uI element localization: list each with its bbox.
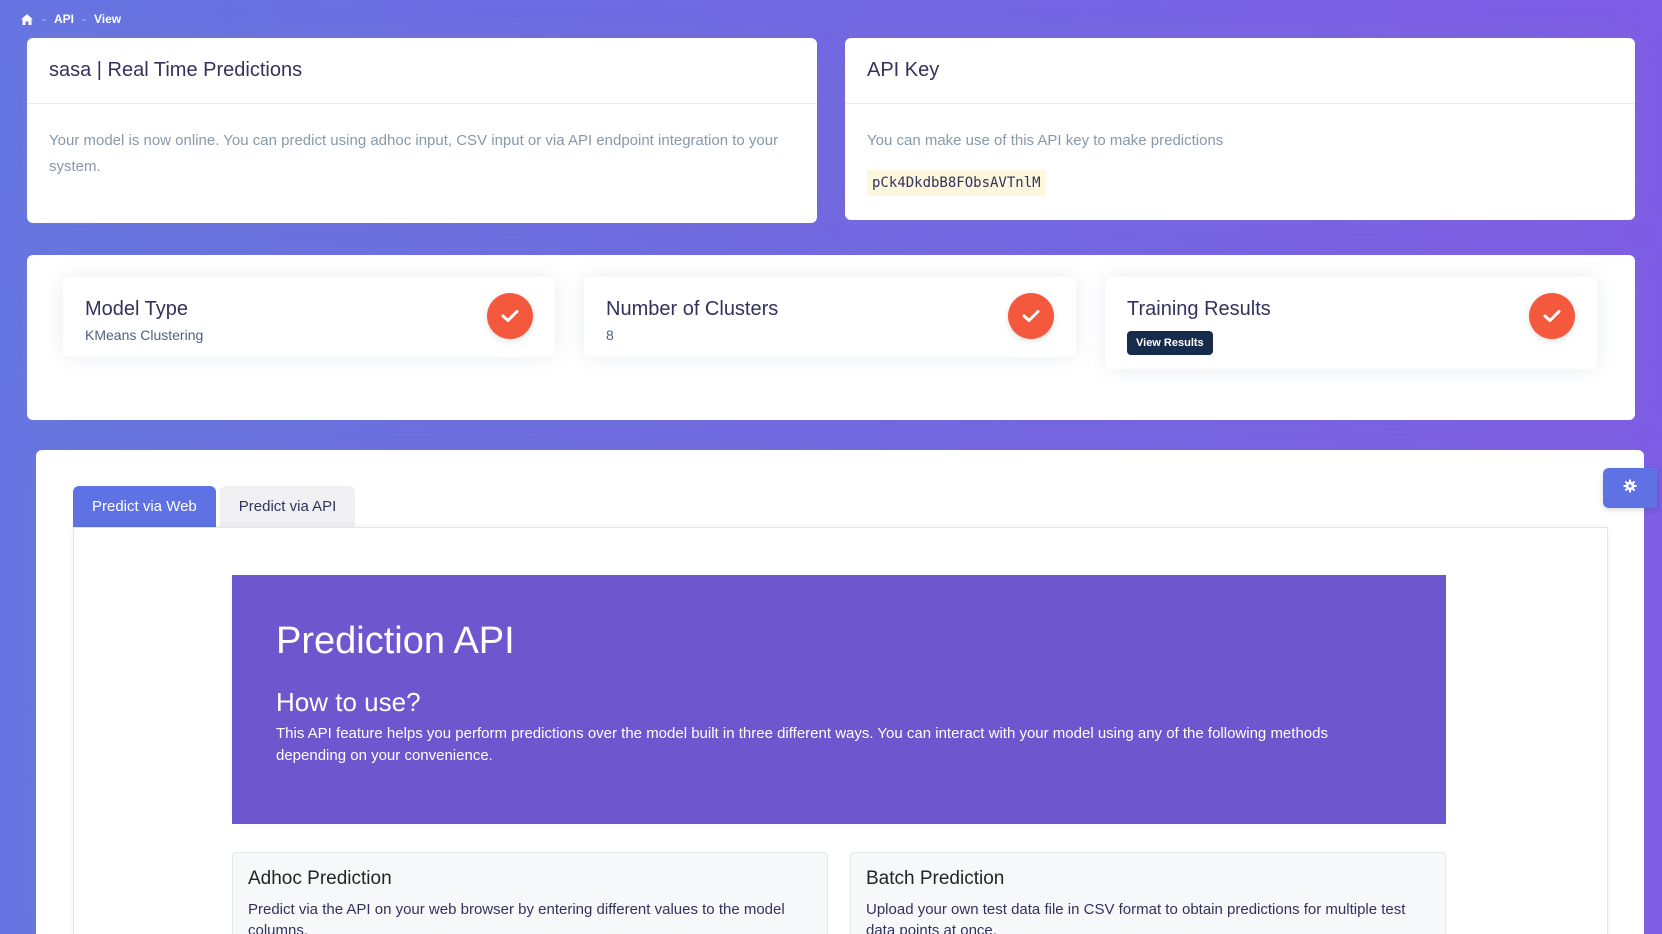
breadcrumb-separator: - [42,12,46,26]
stat-training-results: Training Results View Results [1105,277,1597,369]
view-results-button[interactable]: View Results [1127,331,1213,355]
stat-clusters: Number of Clusters 8 [584,277,1076,357]
feature-batch-text: Upload your own test data file in CSV fo… [866,901,1406,934]
model-card-title: sasa | Real Time Predictions [27,38,817,104]
breadcrumb: - API - View [20,12,121,26]
api-key-card: API Key You can make use of this API key… [845,38,1635,220]
model-info-card: sasa | Real Time Predictions Your model … [27,38,817,223]
breadcrumb-separator: - [82,12,87,26]
stat-clusters-title: Number of Clusters [606,298,779,320]
feature-batch-prediction: Batch Prediction Upload your own test da… [850,852,1446,934]
feature-adhoc-text: Predict via the API on your web browser … [248,901,785,934]
tab-predict-web[interactable]: Predict via Web [73,486,216,527]
stat-training-title: Training Results [1127,298,1271,320]
api-key-description: You can make use of this API key to make… [867,132,1224,149]
check-icon [487,293,533,339]
feature-batch-title: Batch Prediction [866,868,1005,889]
breadcrumb-item-api[interactable]: API [54,12,74,26]
model-card-description: Your model is now online. You can predic… [49,132,779,175]
stat-model-type-title: Model Type [85,298,189,320]
api-key-value[interactable]: pCk4DkdbB8FObsAVTnlM [867,170,1046,196]
tab-predict-api[interactable]: Predict via API [219,486,356,527]
gear-icon [1623,479,1637,498]
jumbotron-text: This API feature helps you perform predi… [276,725,1328,764]
model-stats-card: Model Type KMeans Clustering Number of C… [27,255,1635,420]
breadcrumb-item-view: View [94,12,122,26]
jumbotron-title: Prediction API [276,620,515,662]
home-icon[interactable] [20,13,34,26]
prediction-tabs: Predict via Web Predict via API [73,486,356,527]
prediction-api-jumbotron: Prediction API How to use? This API feat… [232,575,1446,824]
check-icon [1529,293,1575,339]
api-key-card-title: API Key [845,38,1635,104]
jumbotron-subtitle: How to use? [276,687,421,717]
feature-adhoc-prediction: Adhoc Prediction Predict via the API on … [232,852,828,934]
prediction-card: Predict via Web Predict via API Predicti… [36,450,1644,934]
stat-clusters-value: 8 [606,327,614,343]
check-icon [1008,293,1054,339]
stat-model-type-value: KMeans Clustering [85,327,204,343]
stat-model-type: Model Type KMeans Clustering [63,277,555,357]
feature-adhoc-title: Adhoc Prediction [248,868,392,889]
settings-button[interactable] [1603,468,1657,508]
